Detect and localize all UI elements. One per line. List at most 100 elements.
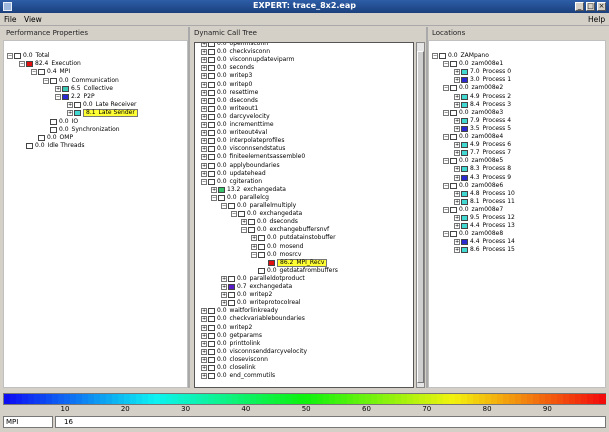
expand-icon[interactable]: + (201, 154, 207, 161)
collapse-icon[interactable]: − (443, 134, 449, 140)
expand-icon[interactable]: + (454, 247, 460, 254)
tree-row[interactable]: +0.0 mosend (251, 243, 304, 251)
tree-row[interactable]: +3.5 Process 5 (454, 125, 511, 133)
tree-row[interactable]: +0.0 openmsconn (201, 43, 268, 48)
expand-icon[interactable]: + (201, 348, 207, 355)
tree-row[interactable]: +0.0 applyboundaries (201, 162, 280, 170)
expand-icon[interactable]: + (201, 97, 207, 104)
tree-row[interactable]: − 0.0 zam008e1 (443, 60, 503, 68)
expand-icon[interactable]: + (201, 365, 207, 371)
menu-view[interactable]: View (24, 15, 42, 24)
collapse-icon[interactable]: − (443, 61, 449, 68)
tree-row[interactable]: +0.0 writeout1 (201, 105, 258, 113)
collapse-icon[interactable]: − (443, 182, 449, 189)
expand-icon[interactable]: + (201, 73, 207, 80)
expand-icon[interactable]: + (201, 316, 207, 323)
menu-file[interactable]: File (4, 15, 17, 24)
tree-row[interactable]: +0.0 writep2 (221, 291, 272, 299)
close-icon[interactable]: × (597, 2, 606, 11)
collapse-icon[interactable]: − (443, 109, 449, 116)
collapse-icon[interactable]: − (221, 203, 227, 209)
tree-row[interactable]: − 0.0 zam008e3 (443, 109, 503, 117)
expand-icon[interactable]: + (454, 150, 460, 157)
tree-row[interactable]: 0.0 Idle Threads (19, 142, 85, 150)
tree-row[interactable]: +0.0 waitforlinkready (201, 307, 278, 315)
tree-row[interactable]: − 0.0 exchangedata (231, 210, 302, 218)
collapse-icon[interactable]: − (211, 194, 217, 201)
expand-icon[interactable]: + (454, 198, 460, 205)
expand-icon[interactable]: + (454, 77, 460, 84)
tree-row[interactable]: − 0.4 MPI (31, 68, 70, 76)
collapse-icon[interactable]: − (43, 77, 49, 84)
tree-row[interactable]: +4.8 Process 10 (454, 190, 515, 198)
tree-row[interactable]: +0.0 seconds (201, 64, 254, 72)
tree-row[interactable]: +8.3 Process 8 (454, 165, 511, 173)
maximize-icon[interactable]: □ (586, 2, 595, 11)
collapse-icon[interactable]: − (201, 178, 207, 185)
expand-icon[interactable]: + (454, 166, 460, 173)
tree-row[interactable]: +0.0 dseconds (201, 97, 258, 105)
tree-row[interactable]: +8.4 Process 3 (454, 101, 511, 109)
expand-icon[interactable]: + (201, 162, 207, 169)
tree-row[interactable]: +0.0 writeout4val (201, 129, 267, 137)
tree-row[interactable]: +7.0 Process 0 (454, 68, 511, 76)
expand-icon[interactable]: + (55, 85, 61, 92)
minimize-icon[interactable]: _ (575, 2, 584, 11)
expand-icon[interactable]: + (251, 243, 257, 250)
tree-row[interactable]: +3.0 Process 1 (454, 76, 511, 84)
tree-row[interactable]: +0.0 Late Receiver (67, 101, 136, 109)
tree-row[interactable]: +0.0 printtolink (201, 340, 260, 348)
tree-row[interactable]: +0.0 updatehead (201, 170, 266, 178)
tree-row[interactable]: +0.0 finiteelementsassemble0 (201, 153, 305, 161)
tree-row[interactable]: +7.9 Process 4 (454, 117, 511, 125)
expand-icon[interactable]: + (67, 102, 73, 109)
collapse-icon[interactable]: − (443, 85, 449, 92)
tree-row[interactable]: − 0.0 zam008e2 (443, 84, 503, 92)
tree-row[interactable]: 0.0 Synchronization (43, 126, 120, 134)
tree-row[interactable]: +6.5 Collective (55, 85, 113, 93)
tree-row[interactable]: +0.7 exchangedata (221, 283, 292, 291)
tree-row[interactable]: +0.0 writeprotocolreal (221, 299, 300, 307)
expand-icon[interactable]: + (241, 219, 247, 226)
tree-row[interactable]: +0.0 writep2 (201, 324, 252, 332)
expand-icon[interactable]: + (201, 332, 207, 339)
tree-row[interactable]: − 0.0 exchangebuffersnvf (241, 226, 329, 234)
expand-icon[interactable]: + (454, 239, 460, 246)
collapse-icon[interactable]: − (251, 251, 257, 258)
expand-icon[interactable]: + (201, 308, 207, 315)
expand-icon[interactable]: + (221, 292, 227, 299)
tree-row[interactable]: +0.0 darcyvelocity (201, 113, 270, 121)
tree-row[interactable]: +8.1 Process 11 (454, 198, 515, 206)
tree-row[interactable]: − 0.0 Communication (43, 77, 119, 85)
tree-row[interactable]: +9.5 Process 12 (454, 214, 515, 222)
collapse-icon[interactable]: − (231, 211, 237, 218)
call-tree-scrollbar[interactable] (416, 42, 425, 388)
expand-icon[interactable]: + (201, 122, 207, 128)
tree-row[interactable]: +0.0 checkvisconn (201, 48, 270, 56)
expand-icon[interactable]: + (454, 101, 460, 108)
tree-row[interactable]: +4.4 Process 13 (454, 222, 515, 230)
tree-row[interactable]: +0.0 putdatainstobuffer (251, 234, 336, 242)
tree-row[interactable]: +4.9 Process 2 (454, 93, 511, 101)
collapse-icon[interactable]: − (443, 206, 449, 213)
expand-icon[interactable]: + (201, 105, 207, 112)
tree-row[interactable]: +0.0 visconnsendstatus (201, 145, 285, 153)
expand-icon[interactable]: + (67, 110, 73, 117)
tree-row[interactable]: +4.4 Process 14 (454, 238, 515, 246)
expand-icon[interactable]: + (201, 43, 207, 47)
tree-row[interactable]: − 0.0 zam008e6 (443, 182, 503, 190)
tree-row[interactable]: +0.0 interpolateprofiles (201, 137, 284, 145)
collapse-icon[interactable]: − (7, 53, 13, 59)
expand-icon[interactable]: + (454, 69, 460, 76)
tree-row[interactable]: − 0.0 cgiteration (201, 178, 262, 186)
expand-icon[interactable]: + (201, 146, 207, 153)
expand-icon[interactable]: + (221, 275, 227, 282)
expand-icon[interactable]: + (454, 142, 460, 149)
tree-row[interactable]: +0.0 getparams (201, 332, 262, 340)
expand-icon[interactable]: + (221, 284, 227, 290)
collapse-icon[interactable]: − (241, 227, 247, 234)
tree-row[interactable]: +0.0 visconnsenddarcyvelocity (201, 348, 307, 356)
expand-icon[interactable]: + (201, 130, 207, 137)
tree-row[interactable]: +13.2 exchangedata (211, 186, 286, 194)
menu-help[interactable]: Help (588, 15, 605, 24)
